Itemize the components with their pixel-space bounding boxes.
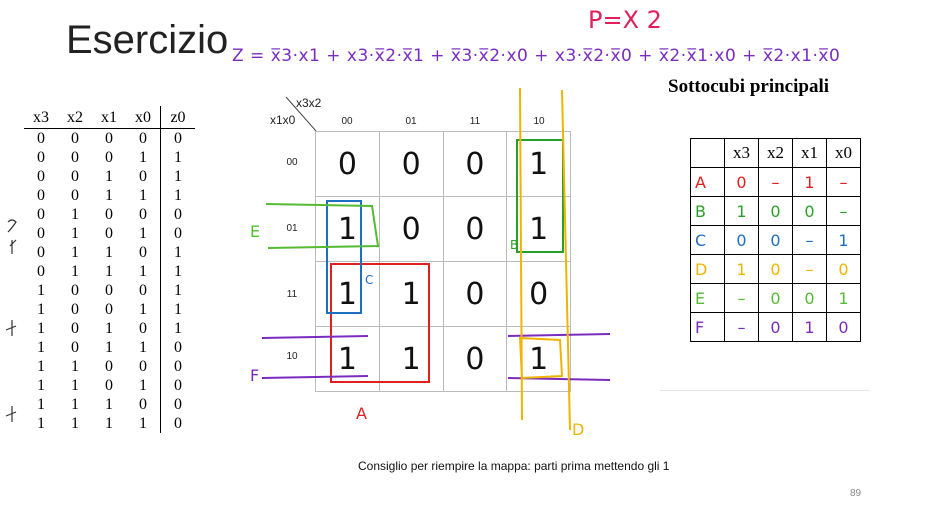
subcube-value: 0 [758,283,793,313]
subcubes-header-x1: x1 [792,138,827,168]
subcubes-header-x2: x2 [758,138,793,168]
subcube-label: C [690,225,725,255]
divider-line [660,390,870,391]
subcube-row: E –0 0 1 [690,283,861,313]
group-label-b: B [510,238,518,252]
label-c-text: C [365,273,374,287]
subcube-value: 0 [792,196,827,226]
subcube-value: – [724,283,759,313]
subcube-value: 1 [792,312,827,342]
label-d-text: D [572,420,585,439]
subcube-value: 0 [724,167,759,197]
subcube-value: 1 [792,167,827,197]
page-number: 89 [850,488,862,499]
group-label-e: E [250,222,260,241]
subcubes-table: x3 x2 x1 x0 A 0–1– B 1 0 0– C 0 0–1 D 1 0–0 E –0 0 1 F –0… [690,138,861,342]
subcube-value: 1 [826,283,861,313]
subcube-value: – [758,167,793,197]
subcube-value: – [826,196,861,226]
subcube-value: 0 [758,225,793,255]
subcube-row: A 0–1– [690,167,861,197]
subcubes-header-x3: x3 [724,138,759,168]
group-c-outline [326,200,362,314]
subcube-value: 0 [758,254,793,284]
group-label-c: C [365,273,373,287]
label-a-text: A [356,404,367,423]
label-b-text: B [510,238,519,252]
subcubes-header-row: x3 x2 x1 x0 [690,138,861,168]
group-label-d: D [572,420,584,439]
subcube-value: – [792,225,827,255]
subcube-row: B 1 0 0– [690,196,861,226]
subcube-label: A [690,167,725,197]
subcube-value: 1 [724,254,759,284]
hint-text: Consiglio per riempire la mappa: parti p… [358,459,670,473]
subcube-value: 0 [826,254,861,284]
subcube-value: – [792,254,827,284]
subcubes-header-x0: x0 [826,138,861,168]
subcube-label: F [690,312,725,342]
group-label-f: F [250,366,259,385]
subcube-value: – [724,312,759,342]
subcube-label: D [690,254,725,284]
subcube-row: F –0 1 0 [690,312,861,342]
group-b-outline [516,139,564,253]
subcube-value: 1 [724,196,759,226]
subcubes-header-blank [690,138,725,168]
subcube-value: – [826,167,861,197]
subcube-value: 0 [758,196,793,226]
group-f-outline [261,335,369,379]
subcube-label: B [690,196,725,226]
subcube-label: E [690,283,725,313]
group-a-outline [330,263,430,383]
label-f-text: F [250,366,260,385]
subcube-row: D 1 0–0 [690,254,861,284]
subcube-row: C 0 0–1 [690,225,861,255]
label-e-text: E [250,222,261,241]
subcube-value: 0 [792,283,827,313]
subcube-value: 0 [724,225,759,255]
group-label-a: A [356,404,367,423]
subcube-value: 1 [826,225,861,255]
subcube-value: 0 [758,312,793,342]
subcube-value: 0 [826,312,861,342]
